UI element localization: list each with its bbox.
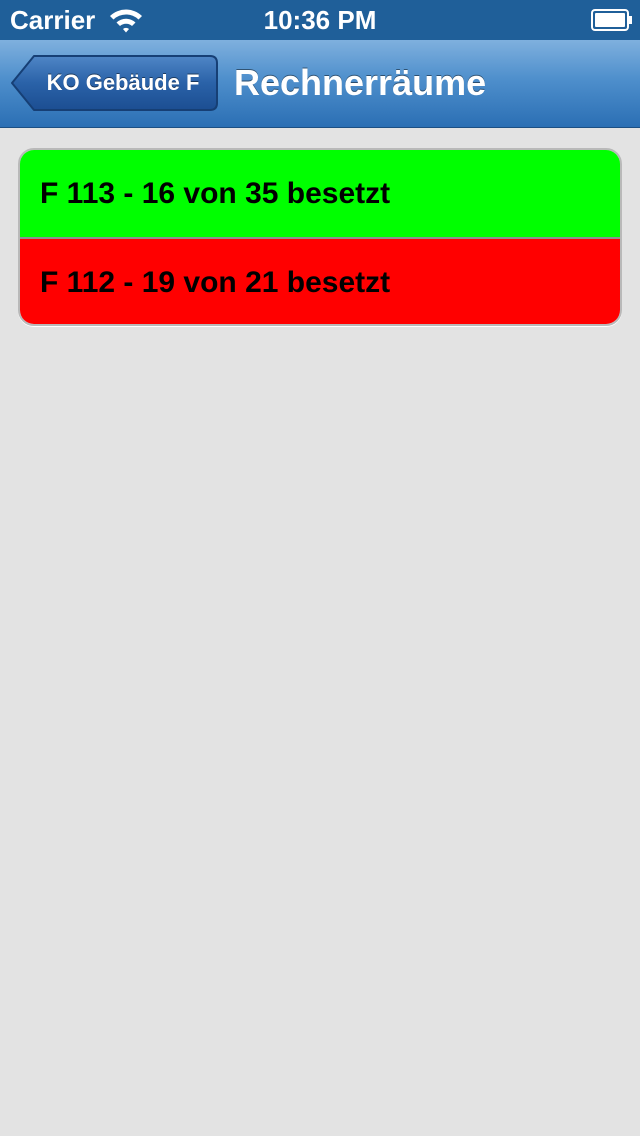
content-area: F 113 - 16 von 35 besetzt F 112 - 19 von… — [0, 128, 640, 1136]
back-button-label: KO Gebäude F — [46, 70, 200, 95]
room-list: F 113 - 16 von 35 besetzt F 112 - 19 von… — [18, 148, 622, 326]
room-row-f113[interactable]: F 113 - 16 von 35 besetzt — [20, 150, 620, 237]
status-bar: Carrier 10:36 PM — [0, 0, 640, 40]
room-row-f112[interactable]: F 112 - 19 von 21 besetzt — [20, 237, 620, 324]
navigation-bar: KO Gebäude F Rechnerräume — [0, 40, 640, 128]
page-title: Rechnerräume — [234, 62, 487, 103]
back-button[interactable]: KO Gebäude F — [10, 55, 218, 111]
battery-icon — [591, 9, 633, 31]
status-time: 10:36 PM — [263, 5, 377, 35]
